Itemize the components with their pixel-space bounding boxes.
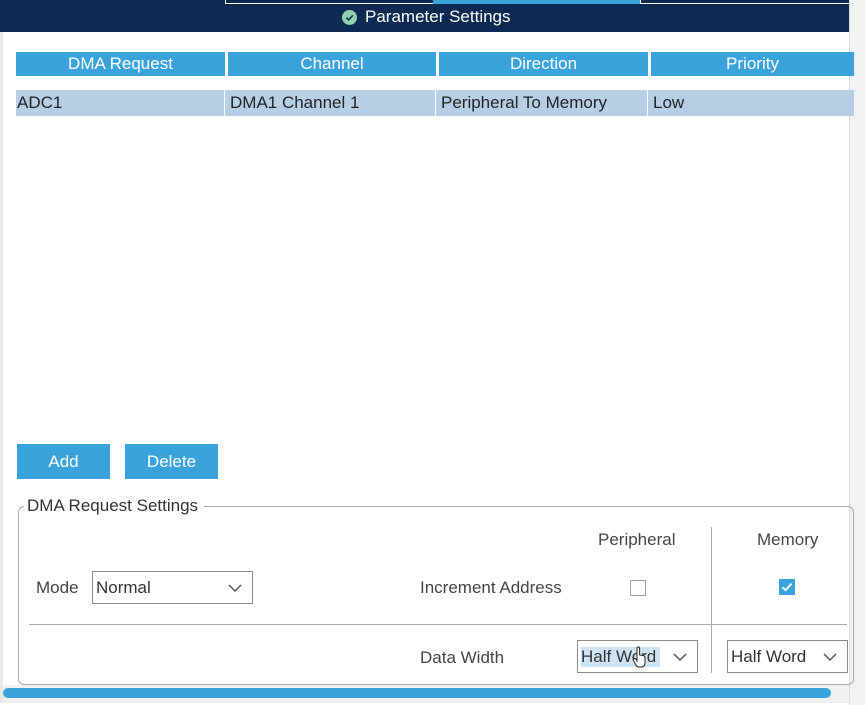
dma-request-table: DMA Request Channel Direction Priority A… xyxy=(16,52,854,116)
peripheral-column-header: Peripheral xyxy=(598,530,676,549)
column-header-channel[interactable]: Channel xyxy=(228,52,436,76)
tab-segment[interactable] xyxy=(640,0,849,4)
chevron-down-icon xyxy=(673,653,687,662)
add-button[interactable]: Add xyxy=(17,444,110,479)
memory-data-width-select[interactable]: Half Word xyxy=(727,640,848,673)
horizontal-scrollbar-thumb[interactable] xyxy=(3,688,831,698)
mouse-pointer-icon xyxy=(632,646,646,668)
column-divider xyxy=(711,527,712,673)
chevron-down-icon xyxy=(823,653,837,662)
parameter-settings-tab[interactable]: Parameter Settings xyxy=(342,7,511,27)
column-header-dma-request[interactable]: DMA Request xyxy=(16,52,225,76)
left-border xyxy=(0,32,3,702)
checkmark-icon xyxy=(781,582,793,592)
table-header-row: DMA Request Channel Direction Priority xyxy=(16,52,854,76)
cell-dma-request: ADC1 xyxy=(16,90,225,116)
memory-column-header: Memory xyxy=(757,530,819,549)
tab-segment[interactable] xyxy=(225,0,433,4)
tab-active-indicator[interactable] xyxy=(433,0,640,4)
cell-channel: DMA1 Channel 1 xyxy=(228,90,436,116)
section-title: Parameter Settings xyxy=(365,7,511,26)
check-circle-icon xyxy=(342,9,357,25)
increment-address-label: Increment Address xyxy=(420,578,562,597)
delete-button[interactable]: Delete xyxy=(125,444,218,479)
row-divider xyxy=(29,624,847,625)
settings-legend: DMA Request Settings xyxy=(24,496,205,516)
table-row[interactable]: ADC1 DMA1 Channel 1 Peripheral To Memory… xyxy=(16,90,854,116)
mode-value: Normal xyxy=(96,577,151,597)
peripheral-data-width-value: Half Word xyxy=(581,646,661,667)
mode-label: Mode xyxy=(36,578,79,597)
cell-direction: Peripheral To Memory xyxy=(439,90,648,116)
memory-data-width-value: Half Word xyxy=(731,646,807,666)
chevron-down-icon xyxy=(228,584,242,593)
section-header-bar: Parameter Settings xyxy=(0,0,849,32)
column-header-priority[interactable]: Priority xyxy=(651,52,854,76)
tab-strip xyxy=(0,0,849,5)
column-header-direction[interactable]: Direction xyxy=(439,52,648,76)
data-width-label: Data Width xyxy=(420,648,505,667)
memory-increment-checkbox[interactable] xyxy=(779,579,795,595)
peripheral-increment-checkbox[interactable] xyxy=(630,580,646,596)
mode-select[interactable]: Normal xyxy=(92,571,253,604)
cell-priority: Low xyxy=(653,93,685,112)
